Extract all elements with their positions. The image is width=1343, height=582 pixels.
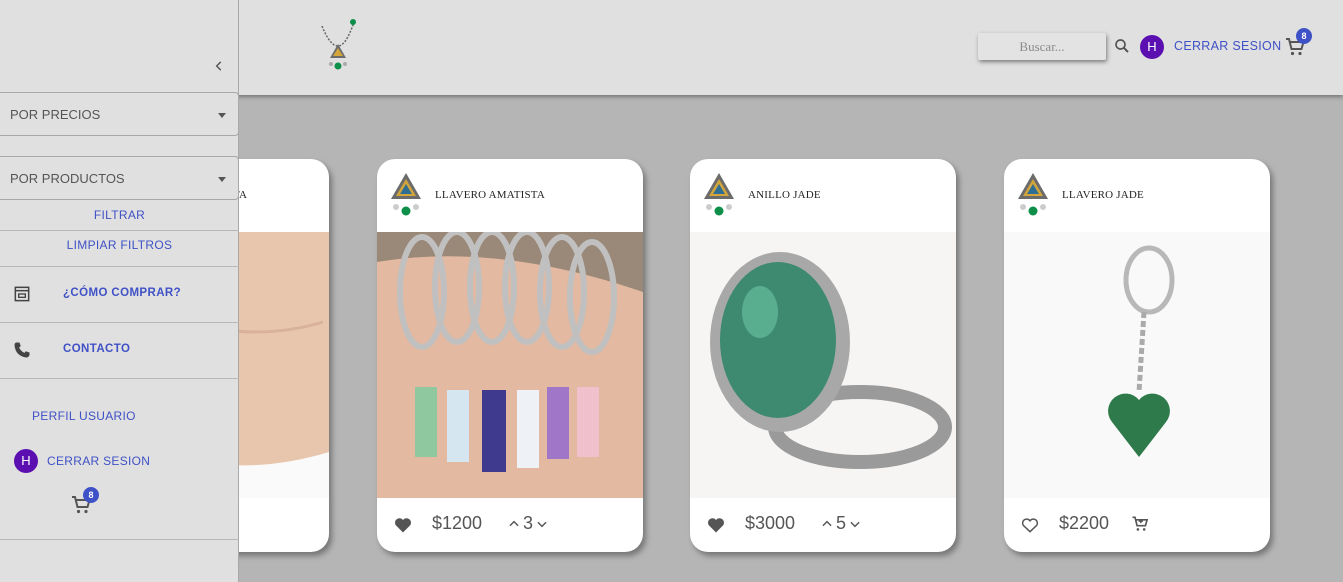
quantity-stepper[interactable]: 3 [507, 513, 549, 534]
profile-link[interactable]: PERFIL USUARIO [32, 409, 136, 423]
favorite-icon[interactable] [393, 515, 413, 535]
product-image [1004, 232, 1270, 498]
divider [0, 230, 239, 231]
chevron-up-icon[interactable] [507, 517, 521, 531]
divider [0, 322, 239, 323]
product-card[interactable]: LLAVERO AMATISTA $1200 3 [377, 159, 643, 552]
dropdown-caret-icon [218, 113, 226, 118]
divider [0, 266, 239, 267]
product-filter-select[interactable]: POR PRODUCTOS [0, 156, 239, 200]
search-icon[interactable] [1113, 37, 1131, 55]
quantity-stepper[interactable]: 5 [820, 513, 862, 534]
favorite-icon[interactable] [706, 515, 726, 535]
logout-button[interactable]: CERRAR SESION [1174, 39, 1281, 53]
product-actions: $1200 3 [377, 498, 643, 552]
sidebar-drawer: POR PRECIOS POR PRODUCTOS FILTRAR LIMPIA… [0, 0, 239, 582]
price-filter-select[interactable]: POR PRECIOS [0, 92, 239, 136]
brand-logo-icon [704, 173, 734, 216]
product-filter-label: POR PRODUCTOS [10, 171, 125, 186]
sidebar-logout-button[interactable]: CERRAR SESION [47, 454, 150, 468]
price-filter-label: POR PRECIOS [10, 107, 101, 122]
cart-button[interactable]: 8 [1283, 28, 1312, 59]
cart-count-badge: 8 [83, 487, 99, 503]
product-price: $1200 [432, 513, 483, 533]
quantity-value: 5 [836, 513, 847, 533]
nav-how-to-buy-label: ¿CÓMO COMPRAR? [63, 287, 182, 299]
search-input[interactable] [978, 33, 1106, 60]
nav-contact[interactable]: CONTACTO [0, 328, 239, 372]
divider [0, 378, 239, 379]
product-actions: $2200 [1004, 498, 1270, 552]
chevron-left-icon[interactable] [212, 59, 226, 73]
favorite-outline-icon[interactable] [1020, 515, 1040, 535]
chevron-up-icon[interactable] [820, 517, 834, 531]
apply-filters-button[interactable]: FILTRAR [0, 208, 239, 222]
product-price: $3000 [745, 513, 796, 533]
store-icon [14, 286, 30, 302]
brand-logo-icon [1018, 173, 1048, 216]
brand-logo-icon [391, 173, 421, 216]
product-title: LLAVERO JADE [1062, 189, 1144, 201]
product-card[interactable]: ANILLO JADE $3000 5 [690, 159, 956, 552]
divider [0, 539, 239, 540]
phone-icon [14, 342, 30, 358]
nav-how-to-buy[interactable]: ¿CÓMO COMPRAR? [0, 272, 239, 316]
product-title: ANILLO JADE [748, 189, 821, 201]
quantity-value: 3 [523, 513, 534, 533]
nav-contact-label: CONTACTO [63, 343, 131, 355]
add-to-cart-icon[interactable] [1130, 514, 1150, 534]
sidebar-cart-button[interactable]: 8 [69, 487, 99, 517]
product-image [690, 232, 956, 498]
chevron-down-icon[interactable] [848, 517, 862, 531]
product-card[interactable]: LLAVERO JADE $2200 [1004, 159, 1270, 552]
clear-filters-button[interactable]: LIMPIAR FILTROS [0, 238, 239, 252]
product-price: $2200 [1059, 513, 1110, 533]
necklace-logo[interactable] [318, 16, 358, 76]
product-image [377, 232, 643, 498]
product-actions: $3000 5 [690, 498, 956, 552]
user-avatar[interactable]: H [1140, 35, 1164, 59]
product-title: LLAVERO AMATISTA [435, 189, 545, 201]
dropdown-caret-icon [218, 177, 226, 182]
chevron-down-icon[interactable] [535, 517, 549, 531]
user-avatar[interactable]: H [14, 449, 38, 473]
cart-count-badge: 8 [1296, 28, 1312, 44]
